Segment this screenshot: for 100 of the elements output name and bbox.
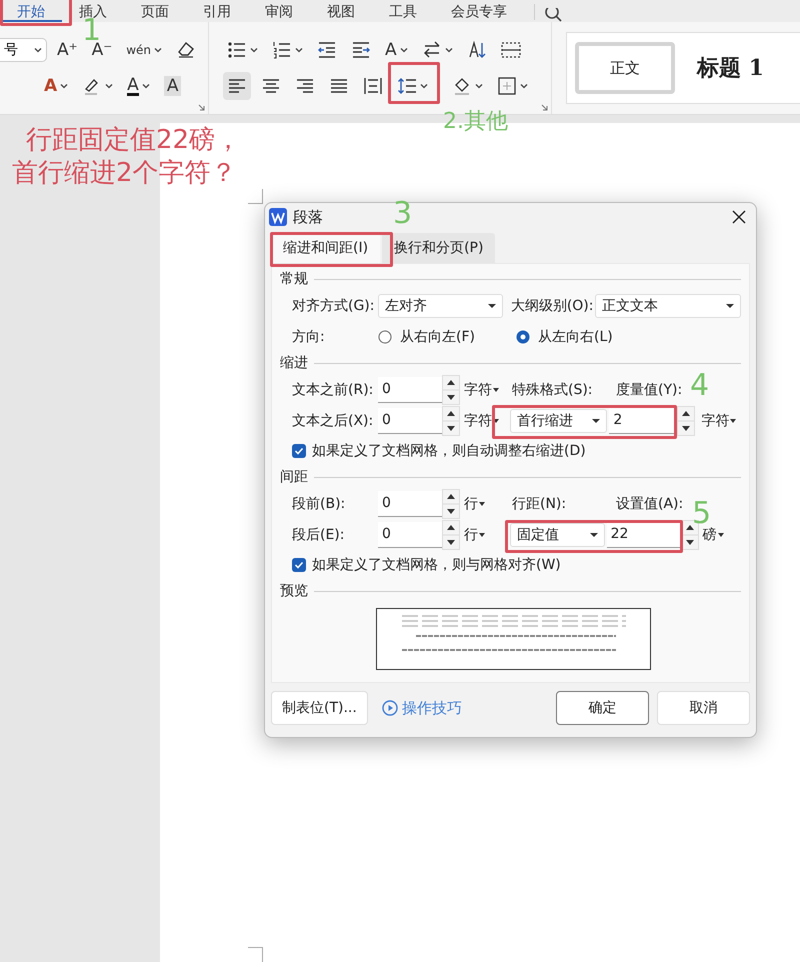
field-label: 特殊格式(S): (512, 380, 594, 398)
checkbox-label: 如果定义了文档网格，则自动调整右缩进(D) (312, 442, 586, 460)
checkbox[interactable] (292, 558, 306, 572)
text-effect-icon: A (44, 76, 58, 96)
annotation-text: 行距固定值22磅， (25, 124, 242, 157)
radio-button[interactable] (516, 330, 530, 344)
outline-level-dropdown[interactable]: 正文文本 (594, 294, 741, 318)
style-item[interactable]: 标题 1 (691, 42, 770, 94)
indent-icon (351, 40, 371, 60)
step-number: 4 (690, 371, 710, 401)
bullet-list-icon (227, 40, 247, 60)
field-label: 文本之后(X): (292, 412, 374, 430)
border-icon (497, 76, 517, 96)
caret-icon (590, 530, 598, 538)
caret-icon (479, 500, 485, 506)
field-label: 段前(B): (292, 494, 346, 512)
unit-dropdown[interactable]: 字符 (464, 380, 504, 398)
ribbon-button[interactable]: A (40, 72, 72, 100)
radio-button[interactable] (378, 330, 392, 344)
space-before-field[interactable]: 0 (378, 490, 442, 516)
app-logo-icon (269, 208, 287, 226)
ribbon-button[interactable]: A (381, 36, 412, 64)
outdent-icon (317, 40, 337, 60)
distribute-icon (363, 76, 383, 96)
column-grid-icon (500, 40, 521, 60)
field-label: 方向: (292, 328, 326, 346)
style-item[interactable]: 正文 (575, 42, 675, 94)
alignment-dropdown[interactable]: 左对齐 (378, 294, 503, 318)
menu-tab[interactable]: 开始 (0, 2, 62, 22)
unit-dropdown[interactable]: 行 (464, 526, 504, 544)
indent-after-field[interactable]: 0 (378, 408, 442, 434)
dialog-tab[interactable]: 缩进和间距(I) (271, 233, 380, 263)
caret-icon (488, 302, 496, 310)
caret-icon (718, 532, 724, 538)
cancel-button[interactable]: 取消 (657, 691, 750, 725)
dialog-tab[interactable]: 换行和分页(P) (382, 233, 496, 263)
space-after-field[interactable]: 0 (378, 522, 442, 548)
radio-label: 从左向右(L) (538, 328, 613, 346)
line-spacing-icon (397, 76, 417, 96)
text-direction-icon: A (385, 40, 397, 60)
ribbon-button[interactable]: wén (122, 36, 166, 64)
spin-buttons[interactable] (442, 488, 460, 518)
menu-tab[interactable]: 会员专享 (434, 2, 524, 22)
tab-stops-button[interactable]: 制表位(T)... (271, 691, 368, 725)
menu-tab[interactable]: 视图 (310, 2, 372, 22)
eraser-icon (176, 40, 196, 60)
ribbon-button[interactable] (223, 72, 251, 100)
close-icon[interactable] (732, 210, 746, 224)
section-title: 常规 (280, 270, 308, 288)
field-label: 大纲级别(O): (510, 296, 594, 314)
sort-icon (466, 40, 487, 60)
unit-dropdown[interactable]: 行 (464, 494, 504, 512)
pinyin-icon: wén (126, 40, 151, 60)
spin-buttons[interactable] (442, 520, 460, 550)
caret-icon (726, 302, 734, 310)
margin-mark (248, 947, 263, 962)
spin-buttons[interactable] (442, 406, 460, 436)
ribbon-button[interactable]: A (123, 72, 154, 100)
indent-before-field[interactable]: 0 (378, 376, 442, 402)
checkbox-label: 如果定义了文档网格，则与网格对齐(W) (312, 556, 561, 574)
caret-icon (479, 532, 485, 538)
caret-icon (493, 386, 499, 392)
highlight-frame (388, 62, 440, 104)
menu-tab[interactable]: 引用 (186, 2, 248, 22)
dialog-title: 段落 (293, 208, 323, 226)
section-title: 预览 (280, 582, 308, 600)
swap-arrows-icon (422, 40, 442, 60)
special-format-dropdown[interactable]: 首行缩进 (510, 408, 608, 432)
step-number: 3 (393, 199, 412, 229)
caret-icon (592, 416, 600, 424)
search-icon[interactable] (545, 8, 563, 22)
checkbox[interactable] (292, 444, 306, 458)
spin-buttons[interactable] (442, 374, 460, 404)
unit-dropdown[interactable]: 字符 (701, 412, 741, 430)
tips-link[interactable]: 操作技巧 (376, 698, 548, 718)
spacing-value-field[interactable]: 22 (606, 522, 681, 548)
shaded-char-icon: A (164, 76, 182, 96)
numbered-list-icon (272, 40, 292, 60)
field-label: 对齐方式(G): (292, 296, 376, 314)
radio-label: 从右向左(F) (400, 328, 475, 346)
spin-buttons[interactable] (677, 406, 696, 436)
highlight-frame (0, 0, 72, 26)
step-number: 2.其他 (443, 108, 508, 136)
menu-tab[interactable]: 审阅 (248, 2, 310, 22)
field-label: 行距(N): (512, 494, 568, 512)
field-label: 段后(E): (292, 526, 346, 544)
font-size-field[interactable]: 号 (0, 38, 47, 62)
margin-mark (248, 189, 263, 204)
caret-icon (34, 46, 42, 54)
ok-button[interactable]: 确定 (556, 691, 649, 725)
launcher-icon[interactable] (198, 104, 205, 111)
ribbon-button[interactable]: A (160, 72, 186, 100)
ribbon-button[interactable]: A⁺ (52, 36, 82, 64)
unit-dropdown[interactable]: 字符 (464, 412, 504, 430)
menu-tab[interactable]: 页面 (124, 2, 186, 22)
section-title: 缩进 (280, 354, 308, 372)
launcher-icon[interactable] (541, 104, 548, 111)
section-title: 间距 (280, 468, 308, 486)
line-spacing-dropdown[interactable]: 固定值 (510, 522, 605, 546)
menu-tab[interactable]: 工具 (372, 2, 434, 22)
